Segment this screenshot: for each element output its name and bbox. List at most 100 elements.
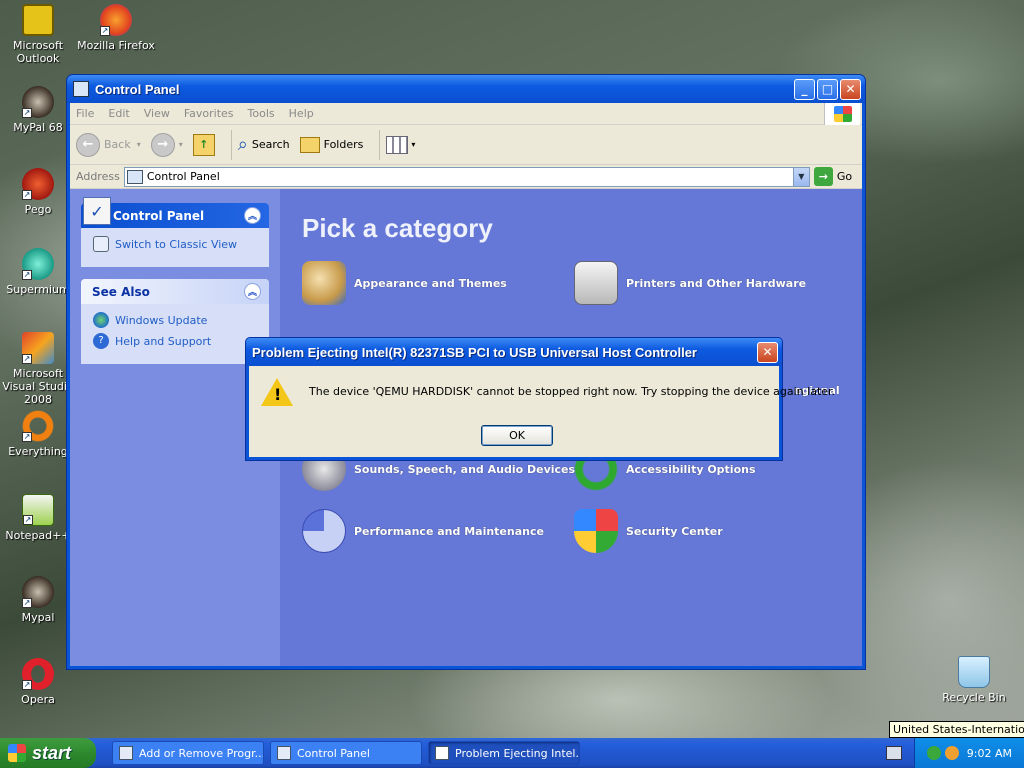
clock[interactable]: 9:02 AM <box>967 747 1012 760</box>
safely-remove-hardware-icon[interactable] <box>886 746 902 760</box>
dialog-title: Problem Ejecting Intel(R) 82371SB PCI to… <box>252 344 697 360</box>
warning-icon: ! <box>261 378 293 406</box>
go-arrow-icon: → <box>813 167 833 186</box>
window-titlebar[interactable]: Control Panel _ □ ✕ <box>67 75 865 103</box>
dialog-message: The device 'QEMU HARDDISK' cannot be sto… <box>309 385 836 398</box>
address-bar: Address Control Panel ▼ → Go <box>70 165 862 189</box>
menu-favorites[interactable]: Favorites <box>184 107 234 120</box>
language-tooltip: United States-International <box>889 721 1024 738</box>
control-panel-panel-header[interactable]: ✓ Control Panel ︽ <box>81 197 269 228</box>
toolbar-separator <box>379 129 381 160</box>
desktop-icon-recycle-bin[interactable]: Recycle Bin <box>934 656 1014 704</box>
add-remove-programs-icon <box>119 746 133 760</box>
task-problem-ejecting[interactable]: Problem Ejecting Intel... <box>428 741 580 765</box>
dialog-body: ! The device 'QEMU HARDDISK' cannot be s… <box>249 366 835 457</box>
control-panel-icon <box>93 236 109 252</box>
category-label: Accessibility Options <box>626 462 756 476</box>
menu-bar: File Edit View Favorites Tools Help <box>70 103 862 125</box>
menu-file[interactable]: File <box>76 107 94 120</box>
desktop-icon-label: Recycle Bin <box>942 691 1006 704</box>
minimize-button[interactable]: _ <box>794 78 815 100</box>
category-appearance-themes[interactable]: Appearance and Themes <box>302 261 507 305</box>
firefox-icon: ↗ <box>100 4 132 36</box>
category-label: Sounds, Speech, and Audio Devices <box>354 462 576 476</box>
pick-category-heading: Pick a category <box>302 213 493 243</box>
views-icon <box>386 135 409 154</box>
printer-icon <box>574 261 618 305</box>
start-button[interactable]: start <box>0 738 96 768</box>
outlook-icon <box>22 4 54 36</box>
menu-edit[interactable]: Edit <box>108 107 129 120</box>
category-security-center[interactable]: Security Center <box>574 509 723 553</box>
taskbar: start Add or Remove Progr... Control Pan… <box>0 738 1024 768</box>
switch-classic-view-link[interactable]: Switch to Classic View <box>93 236 257 252</box>
category-printers-hardware[interactable]: Printers and Other Hardware <box>574 261 806 305</box>
up-button[interactable]: ↑ <box>192 133 215 156</box>
task-control-panel[interactable]: Control Panel <box>270 741 422 765</box>
recycle-bin-icon <box>958 656 990 688</box>
windows-update-label: Windows Update <box>115 313 208 327</box>
category-label: Appearance and Themes <box>354 276 507 290</box>
palette-icon <box>302 261 346 305</box>
category-label: Security Center <box>626 524 723 538</box>
search-button[interactable]: ⌕ Search <box>238 134 290 155</box>
pie-chart-icon <box>302 509 346 553</box>
menu-help[interactable]: Help <box>289 107 314 120</box>
back-button[interactable]: ← Back ▾ <box>76 132 141 157</box>
close-button[interactable]: ✕ <box>840 78 861 100</box>
menu-tools[interactable]: Tools <box>248 107 275 120</box>
toolbar: ← Back ▾ → ▾ ↑ ⌕ Search Folders ▾ <box>70 125 862 165</box>
shield-icon <box>574 509 618 553</box>
desktop-icon-outlook[interactable]: Microsoft Outlook <box>0 4 78 65</box>
task-add-remove-programs[interactable]: Add or Remove Progr... <box>112 741 264 765</box>
task-label: Problem Ejecting Intel... <box>455 746 580 760</box>
supermium-icon: ↗ <box>22 248 54 280</box>
see-also-panel-body: Windows Update ? Help and Support <box>81 304 269 364</box>
search-icon: ⌕ <box>237 134 248 155</box>
go-button[interactable]: → Go <box>813 167 853 186</box>
dialog-close-button[interactable]: ✕ <box>757 341 778 363</box>
globe-icon <box>93 312 109 328</box>
address-value: Control Panel <box>146 170 220 183</box>
desktop-icon-label: Mozilla Firefox <box>77 39 155 52</box>
desktop-icon-label: Microsoft Outlook <box>12 39 64 65</box>
pego-icon: ↗ <box>22 168 54 200</box>
collapse-chevron-icon[interactable]: ︽ <box>244 283 261 300</box>
raccoon-icon: ↗ <box>22 576 54 608</box>
back-label: Back <box>104 138 131 151</box>
address-input[interactable]: Control Panel ▼ <box>123 166 810 187</box>
folders-button[interactable]: Folders <box>299 136 363 153</box>
maximize-button[interactable]: □ <box>817 78 838 100</box>
network-icon[interactable] <box>926 746 941 760</box>
category-label: Printers and Other Hardware <box>626 276 807 290</box>
category-performance-maintenance[interactable]: Performance and Maintenance <box>302 509 544 553</box>
search-tray-icon[interactable] <box>944 746 959 760</box>
help-and-support-link[interactable]: ? Help and Support <box>93 333 257 349</box>
toolbar-separator <box>230 129 232 160</box>
desktop-icon-label: Opera <box>21 693 55 706</box>
forward-arrow-icon: → <box>150 132 175 157</box>
window-title: Control Panel <box>95 81 180 97</box>
panel-title: Control Panel <box>113 208 205 223</box>
folder-up-icon: ↑ <box>192 133 215 156</box>
checklist-icon: ✓ <box>83 197 111 225</box>
opera-icon: ↗ <box>22 658 54 690</box>
dialog-titlebar[interactable]: Problem Ejecting Intel(R) 82371SB PCI to… <box>246 338 782 366</box>
forward-button[interactable]: → ▾ <box>150 132 183 157</box>
views-button[interactable]: ▾ <box>386 135 415 154</box>
windows-update-link[interactable]: Windows Update <box>93 312 257 328</box>
control-panel-icon <box>277 746 291 760</box>
ok-button[interactable]: OK <box>481 425 553 446</box>
see-also-panel-header[interactable]: See Also ︽ <box>81 279 269 304</box>
menu-view[interactable]: View <box>144 107 170 120</box>
address-label: Address <box>76 170 120 183</box>
address-dropdown-icon[interactable]: ▼ <box>792 167 809 186</box>
desktop-icon-firefox[interactable]: ↗ Mozilla Firefox <box>76 4 156 52</box>
go-label: Go <box>836 170 853 183</box>
control-panel-icon <box>126 169 143 184</box>
back-arrow-icon: ← <box>76 132 100 157</box>
notepadpp-icon: ↗ <box>22 494 54 526</box>
windows-flag-icon <box>8 744 26 762</box>
collapse-chevron-icon[interactable]: ︽ <box>244 207 261 224</box>
control-panel-icon <box>73 81 89 97</box>
